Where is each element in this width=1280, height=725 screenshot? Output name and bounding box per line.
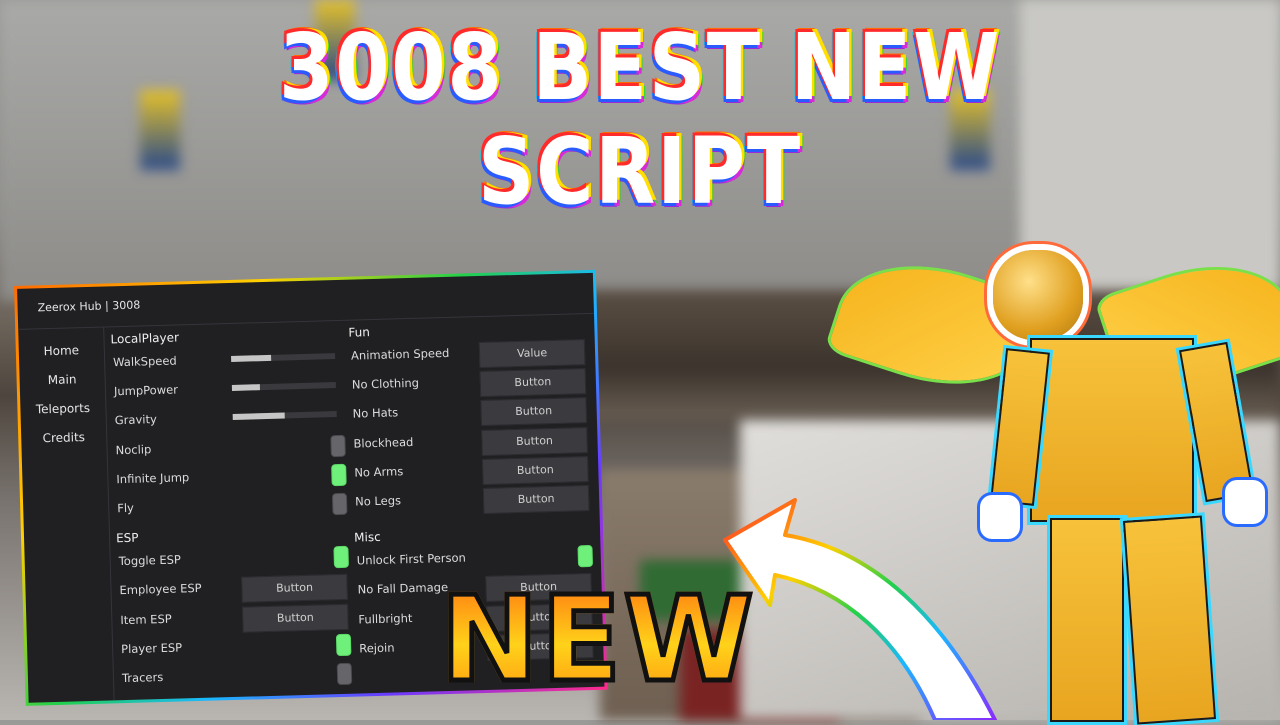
no-clothing-label: No Clothing — [351, 375, 420, 392]
tracers-label: Tracers — [121, 669, 164, 686]
item-esp-button[interactable]: Button — [242, 603, 349, 633]
animation-speed-label: Animation Speed — [350, 345, 450, 363]
character-torso — [1030, 338, 1194, 522]
jumppower-label: JumpPower — [113, 382, 179, 399]
toggle-esp-label: Toggle ESP — [118, 552, 182, 569]
infinite-jump-label: Infinite Jump — [116, 469, 190, 486]
animation-speed-input[interactable]: Value — [478, 339, 586, 369]
fly-toggle[interactable] — [331, 492, 348, 516]
no-clothing-button[interactable]: Button — [479, 368, 587, 398]
tracers-row: Tracers — [120, 661, 353, 697]
character-left-leg — [1050, 518, 1124, 722]
employee-esp-button[interactable]: Button — [241, 574, 348, 604]
noclip-label: Noclip — [115, 441, 152, 457]
player-esp-toggle[interactable] — [335, 633, 352, 656]
unlock-first-person-toggle[interactable] — [577, 545, 594, 568]
character-right-hand — [1225, 480, 1265, 524]
gravity-slider[interactable] — [232, 411, 337, 421]
fly-label: Fly — [117, 500, 135, 516]
gravity-slider-fill — [232, 412, 285, 421]
gravity-label: Gravity — [114, 412, 157, 428]
toggle-esp-toggle[interactable] — [333, 545, 350, 569]
character-right-leg — [1122, 515, 1217, 725]
left-column: LocalPlayer WalkSpeed JumpPower Gravity … — [110, 321, 353, 697]
no-hats-button[interactable]: Button — [480, 397, 588, 427]
new-badge: NEW — [438, 570, 757, 708]
no-legs-label: No Legs — [354, 493, 402, 509]
headline-line-2: SCRIPT — [478, 118, 802, 225]
walkspeed-slider-fill — [231, 354, 271, 362]
sidebar: Home Main Teleports Credits — [18, 327, 115, 703]
character-left-hand — [980, 495, 1020, 539]
tracers-toggle[interactable] — [336, 662, 353, 686]
character-head — [993, 250, 1083, 340]
sidebar-item-teleports[interactable]: Teleports — [20, 394, 106, 425]
no-arms-label: No Arms — [354, 463, 404, 480]
jumppower-slider-fill — [231, 384, 261, 392]
item-esp-label: Item ESP — [120, 611, 172, 627]
no-arms-button[interactable]: Button — [482, 455, 589, 485]
headline-line-1: 3008 BEST NEW — [278, 14, 1001, 121]
employee-esp-label: Employee ESP — [119, 581, 202, 598]
sidebar-item-main[interactable]: Main — [19, 365, 105, 396]
blockhead-button[interactable]: Button — [481, 426, 588, 456]
roblox-character — [827, 243, 1280, 725]
sidebar-item-credits[interactable]: Credits — [21, 422, 107, 453]
rejoin-label: Rejoin — [359, 640, 395, 656]
no-fall-damage-label: No Fall Damage — [357, 580, 449, 597]
noclip-toggle[interactable] — [330, 434, 346, 457]
unlock-first-person-label: Unlock First Person — [356, 550, 467, 568]
no-legs-button[interactable]: Button — [482, 484, 590, 514]
no-legs-row: No Legs Button — [353, 484, 590, 520]
fullbright-label: Fullbright — [358, 610, 413, 627]
walkspeed-label: WalkSpeed — [112, 353, 177, 370]
sidebar-item-home[interactable]: Home — [18, 336, 104, 367]
blockhead-label: Blockhead — [353, 434, 414, 451]
walkspeed-slider[interactable] — [231, 353, 336, 362]
infinite-jump-toggle[interactable] — [331, 463, 347, 486]
player-esp-label: Player ESP — [120, 640, 183, 656]
no-hats-label: No Hats — [352, 405, 399, 421]
jumppower-slider[interactable] — [231, 382, 336, 392]
